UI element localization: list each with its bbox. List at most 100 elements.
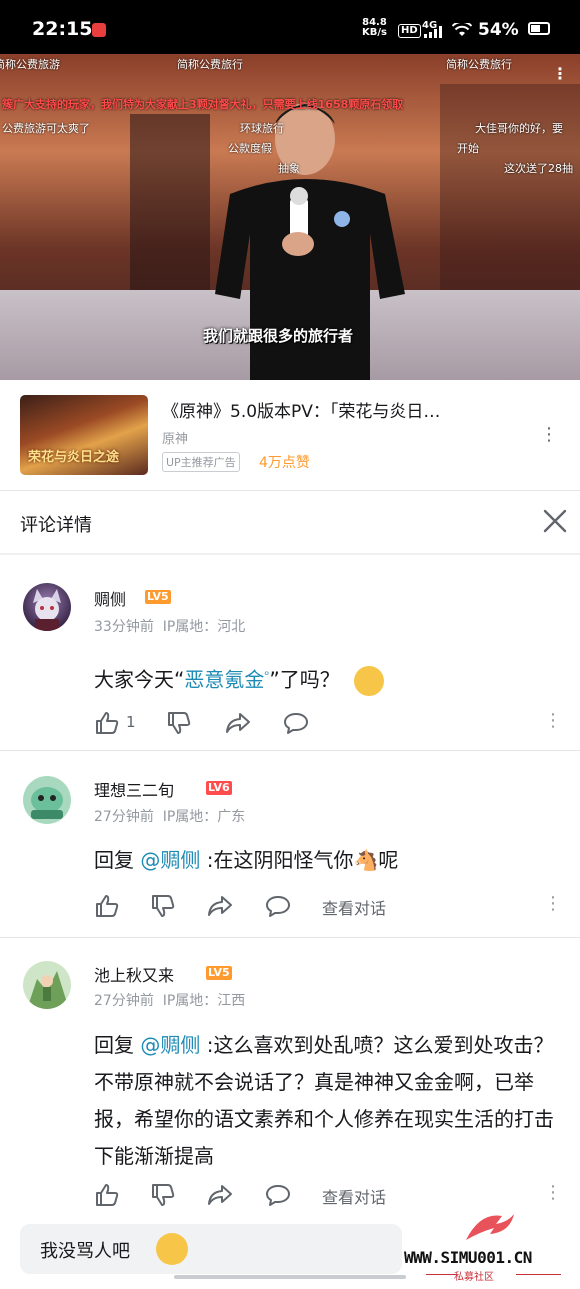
comments-panel-header: 评论详情 [0,491,580,553]
reply-input-text: 我没骂人吧 [40,1241,130,1262]
reply-input[interactable]: 我没骂人吧 [20,1224,402,1274]
video-background-shape [130,114,210,304]
avatar[interactable] [23,776,71,824]
comment-text-before: 大家今天“ [94,667,185,692]
watermark-line [516,1274,561,1275]
view-conversation-link[interactable]: 查看对话 [322,1184,386,1208]
comment-meta: 27分钟前 IP属地：广东 [94,806,245,826]
danmaku-item: 公款度假 [228,142,272,155]
comment-meta: 33分钟前 IP属地：河北 [94,616,245,636]
close-icon[interactable] [541,507,569,535]
comment-location: IP属地：河北 [162,619,246,635]
video-subtitle: 我们就跟很多的旅行者 [203,327,354,345]
danmaku-item: 开始 [457,142,479,155]
watermark-text: WWW.SIMU001.CN [404,1248,532,1267]
comment-username[interactable]: 理想三二旬 [94,777,174,801]
danmaku-item: 环球旅行 [240,122,284,135]
more-options-icon[interactable]: ⋮ [544,893,562,914]
battery-icon [528,22,550,35]
comment-location: IP属地：广东 [162,809,246,825]
reply-icon[interactable] [282,710,310,736]
level-badge: LV6 [206,781,232,795]
comment-actions: 1 ⋮ [94,710,564,738]
avatar-image [31,787,63,819]
comment-text-body: :在这阴阳怪气你🐴呢 [200,848,399,872]
more-options-icon[interactable]: ⋮ [544,1182,562,1203]
app-notification-icon [92,23,106,37]
more-options-icon[interactable]: ⋮ [544,710,562,731]
like-icon[interactable] [94,710,120,736]
network-speed: 84.8 KB/s [362,18,387,38]
ad-badge: UP主推荐广告 [162,452,240,472]
comment-text-after: ”了吗？ [269,667,340,692]
danmaku-item: 简称公费旅游 [0,58,60,71]
divider [0,937,580,938]
comment-actions: 查看对话 ⋮ [94,893,564,921]
thumbnail-caption: 荣花与炎日之途 [28,450,120,465]
emoji-sticker-icon [354,666,385,697]
like-icon[interactable] [94,1182,120,1208]
share-icon[interactable] [206,1182,234,1208]
root-comment: 赒侧 LV5 33分钟前 IP属地：河北 大家今天“恶意氪金ᵒ”了吗？ 1 ⋮ [0,555,580,751]
comment-username[interactable]: 赒侧 [94,586,126,610]
comment-text: 大家今天“恶意氪金ᵒ”了吗？ [94,657,554,699]
panel-title: 评论详情 [20,515,92,536]
mention-link[interactable]: @赒侧 [140,1033,200,1057]
danmaku-item: 抽象 [278,162,300,175]
reply-icon[interactable] [264,893,292,919]
avatar-image [33,589,61,631]
keyword-link[interactable]: 恶意氪金 [184,668,264,692]
comment-text: 回复 @赒侧 :这么喜欢到处乱喷？这么爱到处攻击？不带原神就不会说话了？真是神神… [94,1027,554,1175]
battery-percent: 54% [478,20,519,40]
home-indicator[interactable] [174,1275,406,1279]
network-speed-unit: KB/s [362,27,387,38]
reply-comment: 池上秋又来 LV5 27分钟前 IP属地：江西 回复 @赒侧 :这么喜欢到处乱喷… [0,939,580,1209]
level-badge: LV5 [206,966,232,980]
watermark-logo-icon [466,1214,514,1240]
reply-icon[interactable] [264,1182,292,1208]
comment-location: IP属地：江西 [162,993,246,1009]
comment-actions: 查看对话 ⋮ [94,1182,564,1210]
status-time: 22:15 [32,18,93,40]
avatar[interactable] [23,961,71,1009]
share-icon[interactable] [206,893,234,919]
watermark-subtext: 私募社区 [454,1272,494,1283]
comment-time: 27分钟前 [94,993,154,1009]
mention-link[interactable]: @赒侧 [140,848,200,872]
card-more-icon[interactable]: ⋮ [540,424,558,445]
avatar[interactable] [23,583,71,631]
view-conversation-link[interactable]: 查看对话 [322,895,386,919]
comment-username[interactable]: 池上秋又来 [94,962,174,986]
comment-text: 回复 @赒侧 :在这阴阳怪气你🐴呢 [94,842,554,879]
reply-comment: 理想三二旬 LV6 27分钟前 IP属地：广东 回复 @赒侧 :在这阴阳怪气你🐴… [0,752,580,938]
video-title[interactable]: 《原神》5.0版本PV：「荣花与炎日… [162,397,440,422]
danmaku-item: 简称公费旅行 [446,58,512,71]
video-player[interactable]: 简称公费旅游 简称公费旅行 简称公费旅行 簇广大支持的玩家，我们特为大家献上3颗… [0,54,580,380]
emoji-sticker-icon [156,1233,188,1265]
danmaku-item: 大佳哥你的好，要 [475,122,563,135]
comment-time: 27分钟前 [94,809,154,825]
danmaku-item: 公费旅游可太爽了 [2,122,90,135]
watermark-line [426,1274,456,1275]
reply-prefix: 回复 [94,1033,141,1057]
divider [0,750,580,751]
like-icon[interactable] [94,893,120,919]
danmaku-item: 简称公费旅行 [177,58,243,71]
dislike-icon[interactable] [166,710,192,736]
status-bar: 22:15 84.8 KB/s HD 4G 54% [0,0,580,54]
dislike-icon[interactable] [150,1182,176,1208]
reply-prefix: 回复 [94,848,141,872]
watermark: WWW.SIMU001.CN 私募社区 [404,1208,580,1283]
like-count: 1 [126,713,136,731]
video-more-icon[interactable]: ⋮ [552,64,568,83]
share-icon[interactable] [224,710,252,736]
dislike-icon[interactable] [150,893,176,919]
video-thumbnail[interactable]: 荣花与炎日之途 [20,395,148,475]
video-background-shape [440,84,580,304]
hd-icon: HD [398,24,421,38]
video-author[interactable]: 原神 [162,428,188,447]
danmaku-item: 簇广大支持的玩家，我们特为大家献上3颗对督大礼，只需要上线1658颗原石领取 [2,98,404,111]
comment-time: 33分钟前 [94,619,154,635]
recommended-video-card[interactable]: 荣花与炎日之途 《原神》5.0版本PV：「荣花与炎日… 原神 UP主推荐广告 4… [0,380,580,490]
avatar-image [27,971,69,1009]
